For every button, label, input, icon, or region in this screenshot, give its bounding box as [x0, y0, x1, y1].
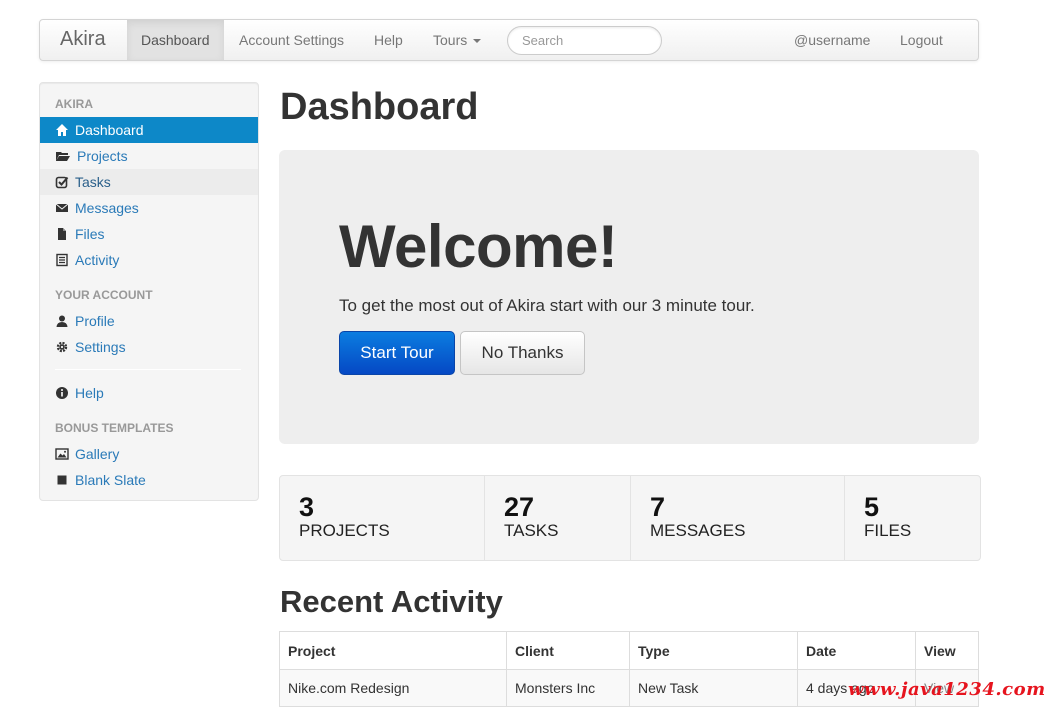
sidebar-item-gallery[interactable]: Gallery [40, 441, 258, 467]
nav-username-label: @username [794, 32, 871, 48]
sidebar-item-label: Files [75, 226, 105, 242]
sidebar-item-label: Settings [75, 339, 126, 355]
sidebar-item-label: Tasks [75, 174, 111, 190]
info-circle-icon [56, 387, 68, 400]
sidebar-item-activity[interactable]: Activity [40, 247, 258, 273]
nav-username[interactable]: @username [794, 20, 870, 60]
sidebar-item-label: Blank Slate [75, 472, 146, 488]
stat-projects[interactable]: 3 PROJECTS [280, 476, 485, 560]
stat-label: FILES [864, 521, 912, 540]
nav-tours-dropdown[interactable]: Tours [433, 20, 482, 60]
sidebar-item-profile[interactable]: Profile [40, 308, 258, 334]
list-icon [56, 254, 68, 267]
nav-help-label: Help [374, 32, 403, 48]
sidebar-item-label: Activity [75, 252, 120, 268]
nav-dashboard-label: Dashboard [141, 32, 210, 48]
sidebar-item-label: Dashboard [75, 122, 144, 138]
sidebar-item-messages[interactable]: Messages [40, 195, 258, 221]
nav-account-settings-label: Account Settings [239, 32, 345, 48]
stat-tasks[interactable]: 27 TASKS [485, 476, 631, 560]
nav-logout-label: Logout [900, 32, 943, 48]
sidebar-item-blank-slate[interactable]: Blank Slate [40, 467, 258, 493]
nav-logout[interactable]: Logout [900, 20, 943, 60]
page-title: Dashboard [280, 86, 479, 128]
sidebar-item-files[interactable]: Files [40, 221, 258, 247]
sidebar-item-label: Projects [77, 148, 128, 164]
sidebar-divider [55, 369, 241, 370]
sidebar-item-settings[interactable]: Settings [40, 334, 258, 360]
nav-account-settings[interactable]: Account Settings [239, 20, 344, 60]
sidebar-header-account: YOUR ACCOUNT [55, 288, 153, 302]
sidebar-header-bonus: BONUS TEMPLATES [55, 421, 174, 435]
sidebar: AKIRA Dashboard Projects Tasks Messages … [39, 82, 259, 501]
hero-text: To get the most out of Akira start with … [339, 296, 755, 315]
cell-client: Monsters Inc [506, 669, 630, 707]
sidebar-item-label: Gallery [75, 446, 120, 462]
stat-label: MESSAGES [650, 521, 746, 540]
welcome-hero: Welcome! To get the most out of Akira st… [279, 150, 979, 444]
sidebar-item-help[interactable]: Help [40, 380, 258, 406]
stat-value: 27 [504, 492, 535, 522]
start-tour-button[interactable]: Start Tour [339, 331, 455, 375]
gear-icon [56, 342, 68, 353]
nav-help[interactable]: Help [374, 20, 403, 60]
user-icon [56, 315, 68, 328]
top-navbar: Akira Dashboard Account Settings Help To… [39, 19, 979, 61]
picture-icon [55, 448, 69, 460]
column-header-client: Client [506, 631, 630, 670]
column-header-project: Project [279, 631, 507, 670]
sidebar-item-projects[interactable]: Projects [40, 143, 258, 169]
stat-value: 3 [299, 492, 315, 522]
stat-messages[interactable]: 7 MESSAGES [631, 476, 845, 560]
sidebar-item-label: Help [75, 385, 104, 401]
recent-activity-title: Recent Activity [280, 584, 503, 619]
stat-files[interactable]: 5 FILES [845, 476, 980, 560]
folder-open-icon [56, 152, 70, 162]
cell-type: New Task [629, 669, 798, 707]
square-icon [57, 475, 67, 485]
column-header-view: View [915, 631, 979, 670]
no-thanks-button[interactable]: No Thanks [460, 331, 585, 375]
search-input[interactable] [507, 26, 662, 55]
sidebar-item-label: Profile [75, 313, 115, 329]
sidebar-item-dashboard[interactable]: Dashboard [40, 117, 258, 143]
sidebar-header-akira: AKIRA [55, 97, 93, 111]
hero-title: Welcome! [339, 213, 618, 280]
watermark: www.java1234.com [848, 679, 1044, 700]
stat-value: 7 [650, 492, 666, 522]
stat-label: TASKS [504, 521, 559, 540]
caret-down-icon [473, 39, 482, 44]
stat-label: PROJECTS [299, 521, 390, 540]
envelope-icon [55, 203, 69, 213]
cell-project: Nike.com Redesign [279, 669, 507, 707]
stats-panel: 3 PROJECTS 27 TASKS 7 MESSAGES 5 FILES [279, 475, 981, 561]
column-header-type: Type [629, 631, 798, 670]
sidebar-item-tasks[interactable]: Tasks [40, 169, 258, 195]
stat-value: 5 [864, 492, 880, 522]
column-header-date: Date [797, 631, 916, 670]
nav-tours-label: Tours [433, 32, 468, 48]
sidebar-item-label: Messages [75, 200, 139, 216]
file-icon [58, 228, 66, 241]
brand-logo[interactable]: Akira [60, 28, 106, 51]
nav-dashboard[interactable]: Dashboard [127, 20, 224, 60]
check-square-icon [55, 176, 69, 189]
home-icon [56, 124, 68, 137]
table-header-row: Project Client Type Date View [279, 631, 979, 670]
